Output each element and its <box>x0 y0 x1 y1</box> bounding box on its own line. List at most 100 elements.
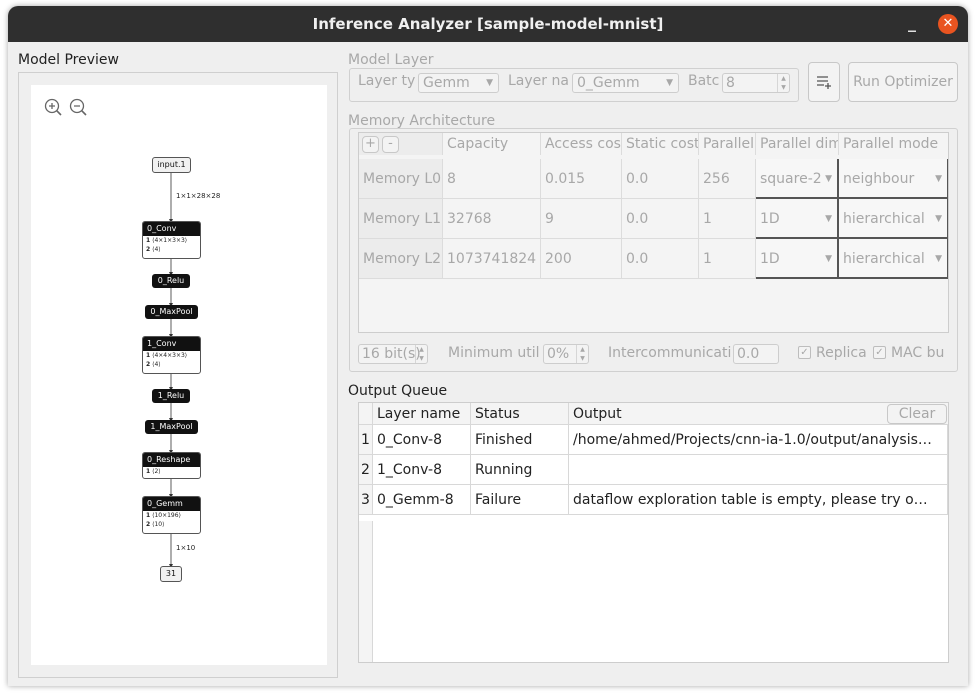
spin-arrows-icon[interactable]: ▲ ▼ <box>415 345 427 363</box>
cell-capacity[interactable]: 32768 <box>443 199 541 239</box>
queue-cell-output[interactable]: /home/ahmed/Projects/cnn-ia-1.0/output/a… <box>569 425 948 455</box>
minimum-utilization-label: Minimum util <box>448 345 540 361</box>
queue-cell-layer[interactable]: 1_Conv-8 <box>373 455 471 485</box>
cell-capacity[interactable]: 8 <box>443 159 541 199</box>
queue-cell-status[interactable]: Failure <box>471 485 569 515</box>
cell-static-cost[interactable]: 0.0 <box>622 159 699 199</box>
col-parallel-dim: Parallel dim <box>756 133 839 155</box>
parallel-dim-select[interactable]: square-2 ▼ <box>756 159 839 199</box>
row-number: 3 <box>359 485 373 515</box>
cell-parallel[interactable]: 1 <box>699 239 756 279</box>
parallel-mode-select[interactable]: neighbour ▼ <box>839 159 948 199</box>
queue-cell-status[interactable]: Running <box>471 455 569 485</box>
chevron-down-icon: ▼ <box>935 254 942 264</box>
cell-access-cost[interactable]: 9 <box>541 199 622 239</box>
playlist-add-icon <box>817 76 831 89</box>
node-conv0-param2: 2 ⟨4⟩ <box>146 246 161 253</box>
graph-node-relu0[interactable]: 0_Relu <box>152 274 190 288</box>
graph-node-conv1[interactable]: 1_Conv 1 ⟨4×4×3×3⟩ 2 ⟨4⟩ <box>142 336 201 374</box>
cell-capacity[interactable]: 1073741824 <box>443 239 541 279</box>
intercommunication-label: Intercommunicati <box>608 345 732 361</box>
model-graph-canvas[interactable]: input.1 1×1×28×28 0_Conv 1 ⟨4×1×3×3⟩ 2 ⟨… <box>31 85 327 665</box>
memory-architecture-title: Memory Architecture <box>348 113 496 129</box>
batch-spinbox[interactable]: 8 ▲ ▼ <box>722 73 790 93</box>
model-layer-title: Model Layer <box>348 52 434 68</box>
batch-label: Batc <box>688 73 720 89</box>
queue-cell-layer[interactable]: 0_Conv-8 <box>373 425 471 455</box>
graph-node-gemm0[interactable]: 0_Gemm 1 ⟨10×196⟩ 2 ⟨10⟩ <box>142 496 201 534</box>
chevron-down-icon: ▼ <box>825 174 832 184</box>
row-number: 2 <box>359 455 373 485</box>
graph-node-input[interactable]: input.1 <box>152 157 191 173</box>
memory-table-corner: + - <box>359 133 443 155</box>
window-title: Inference Analyzer [sample-model-mnist] <box>312 15 664 33</box>
col-parallel: Parallel <box>699 133 756 155</box>
layer-name-label: Layer na <box>508 73 569 89</box>
add-memory-button[interactable]: + <box>362 136 379 153</box>
graph-node-maxpool1[interactable]: 1_MaxPool <box>145 420 198 434</box>
node-conv0-param1: 1 ⟨4×1×3×3⟩ <box>146 237 188 244</box>
output-queue-table: Layer name Status Output Clear 1 0_Conv-… <box>358 402 949 663</box>
cell-parallel[interactable]: 1 <box>699 199 756 239</box>
parallel-mode-select[interactable]: hierarchical ▼ <box>839 199 948 239</box>
col-static-cost: Static cost <box>622 133 699 155</box>
node-gemm0-param2: 2 ⟨10⟩ <box>146 521 165 528</box>
queue-cell-layer[interactable]: 0_Gemm-8 <box>373 485 471 515</box>
graph-node-maxpool0[interactable]: 0_MaxPool <box>145 305 198 319</box>
mac-buffer-label: MAC bu <box>891 345 945 361</box>
col-layer-name[interactable]: Layer name <box>373 403 471 425</box>
node-gemm0-param1: 1 ⟨10×196⟩ <box>146 512 181 519</box>
table-corner <box>359 403 373 425</box>
close-button[interactable]: ✕ <box>938 14 958 34</box>
minimize-button[interactable]: _ <box>900 12 924 36</box>
memory-row-header[interactable]: Memory L0 <box>359 159 443 199</box>
edge-label-input-shape: 1×1×28×28 <box>176 192 221 200</box>
bits-spinbox[interactable]: 16 bit(s) ▲ ▼ <box>358 344 428 364</box>
remove-memory-button[interactable]: - <box>382 136 399 153</box>
queue-cell-output[interactable] <box>569 455 948 485</box>
col-access-cost: Access cost <box>541 133 622 155</box>
intercommunication-input[interactable]: 0.0 <box>733 344 779 364</box>
clear-queue-button[interactable]: Clear <box>887 404 947 424</box>
queue-cell-output[interactable]: dataflow exploration table is empty, ple… <box>569 485 948 515</box>
cell-static-cost[interactable]: 0.0 <box>622 239 699 279</box>
row-gutter <box>359 521 373 662</box>
cell-static-cost[interactable]: 0.0 <box>622 199 699 239</box>
memory-row-header[interactable]: Memory L2 <box>359 239 443 279</box>
run-optimizer-button[interactable]: Run Optimizer <box>848 62 958 102</box>
node-reshape0-name: 0_Reshape <box>143 453 200 467</box>
edge-label-output-shape: 1×10 <box>176 544 196 552</box>
output-queue-title: Output Queue <box>348 383 448 399</box>
spin-arrows-icon[interactable]: ▲ ▼ <box>777 74 789 92</box>
queue-cell-status[interactable]: Finished <box>471 425 569 455</box>
minimum-utilization-spinbox[interactable]: 0% ▲ ▼ <box>543 344 589 364</box>
parallel-dim-select[interactable]: 1D ▼ <box>756 199 839 239</box>
add-to-queue-button[interactable] <box>808 62 840 102</box>
chevron-down-icon: ▼ <box>825 214 832 224</box>
col-status[interactable]: Status <box>471 403 569 425</box>
graph-node-relu1[interactable]: 1_Relu <box>152 389 190 403</box>
cell-access-cost[interactable]: 200 <box>541 239 622 279</box>
title-bar: Inference Analyzer [sample-model-mnist] … <box>8 6 968 42</box>
col-parallel-mode: Parallel mode <box>839 133 948 155</box>
node-conv1-param2: 2 ⟨4⟩ <box>146 361 161 368</box>
memory-row-header[interactable]: Memory L1 <box>359 199 443 239</box>
col-capacity: Capacity <box>443 133 541 155</box>
graph-node-output[interactable]: 31 <box>160 566 182 582</box>
parallel-dim-select[interactable]: 1D ▼ <box>756 239 839 279</box>
layer-type-select[interactable]: Gemm ▼ <box>418 73 499 93</box>
graph-node-conv0[interactable]: 0_Conv 1 ⟨4×1×3×3⟩ 2 ⟨4⟩ <box>142 221 201 259</box>
graph-node-reshape0[interactable]: 0_Reshape 1 ⟨2⟩ <box>142 452 201 479</box>
parallel-mode-select[interactable]: hierarchical ▼ <box>839 239 948 279</box>
replica-checkbox[interactable]: ✓ <box>798 346 811 359</box>
chevron-down-icon: ▼ <box>935 174 942 184</box>
node-conv1-param1: 1 ⟨4×4×3×3⟩ <box>146 352 188 359</box>
chevron-down-icon: ▼ <box>825 254 832 264</box>
spin-arrows-icon[interactable]: ▲ ▼ <box>576 345 588 363</box>
cell-parallel[interactable]: 256 <box>699 159 756 199</box>
layer-name-select[interactable]: 0_Gemm ▼ <box>572 73 679 93</box>
cell-access-cost[interactable]: 0.015 <box>541 159 622 199</box>
mac-buffer-checkbox[interactable]: ✓ <box>873 346 886 359</box>
row-number: 1 <box>359 425 373 455</box>
node-gemm0-name: 0_Gemm <box>143 497 200 511</box>
